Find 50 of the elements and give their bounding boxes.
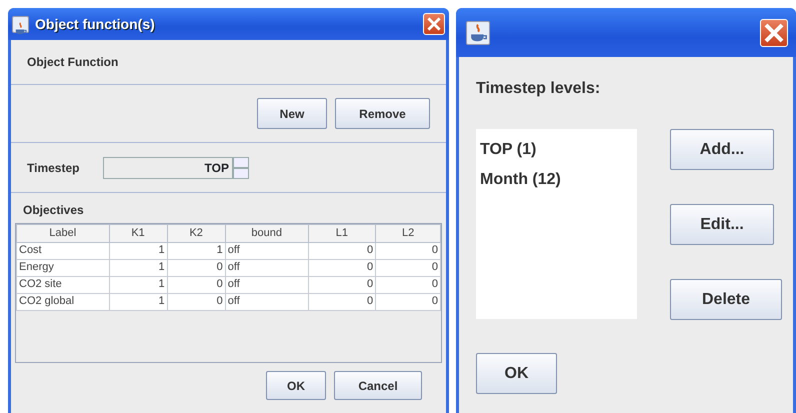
window-title: Object function(s) [35, 14, 155, 34]
column-header: K1 [109, 224, 168, 242]
cancel-button[interactable]: Cancel [334, 371, 422, 400]
table-cell: CO2 global [16, 293, 110, 310]
column-header: L2 [376, 224, 440, 242]
delete-button[interactable]: Delete [670, 279, 782, 320]
add-button[interactable]: Add... [670, 129, 774, 170]
app-icon [466, 20, 490, 44]
app-icon [12, 16, 29, 32]
field-label: Timestep [27, 160, 80, 176]
table-cell: 0 [376, 293, 440, 310]
close-button[interactable] [423, 13, 445, 35]
list-item[interactable]: Month (12) [478, 165, 635, 195]
section-title: Object Function [27, 54, 118, 71]
table-cell: Cost [16, 242, 110, 259]
table-cell: 1 [109, 259, 168, 276]
table-cell: Energy [16, 259, 110, 276]
table-cell: CO2 site [16, 276, 110, 293]
table-cell: 0 [376, 276, 440, 293]
table-cell: off [225, 259, 308, 276]
remove-button[interactable]: Remove [335, 98, 430, 129]
edit-button[interactable]: Edit... [670, 204, 774, 245]
ok-button[interactable]: OK [266, 371, 326, 400]
table-cell: 1 [167, 242, 226, 259]
table-cell: 0 [308, 259, 376, 276]
column-header: K2 [167, 224, 226, 242]
table-cell: 0 [167, 293, 226, 310]
table-cell: 0 [308, 293, 376, 310]
table-cell: 0 [167, 276, 226, 293]
table-cell: 0 [308, 242, 376, 259]
spinner-field[interactable]: TOP [103, 156, 233, 178]
table-cell: off [225, 242, 308, 259]
table-cell: 0 [376, 242, 440, 259]
close-button[interactable] [760, 18, 788, 46]
table-cell: off [225, 293, 308, 310]
table-cell: 1 [109, 276, 168, 293]
heading: Timestep levels: [476, 79, 602, 99]
section-title: Objectives [23, 202, 85, 219]
table-cell: 0 [308, 276, 376, 293]
column-header: bound [225, 224, 308, 242]
table-cell: 1 [109, 242, 168, 259]
table-cell: 1 [109, 293, 168, 310]
table-cell: 0 [376, 259, 440, 276]
list-item[interactable]: TOP (1) [478, 135, 635, 165]
ok-button[interactable]: OK [476, 353, 557, 394]
column-header: Label [16, 224, 110, 242]
table-cell: 0 [167, 259, 226, 276]
table-cell: off [225, 276, 308, 293]
column-header: L1 [308, 224, 376, 242]
new-button[interactable]: New [257, 98, 327, 129]
